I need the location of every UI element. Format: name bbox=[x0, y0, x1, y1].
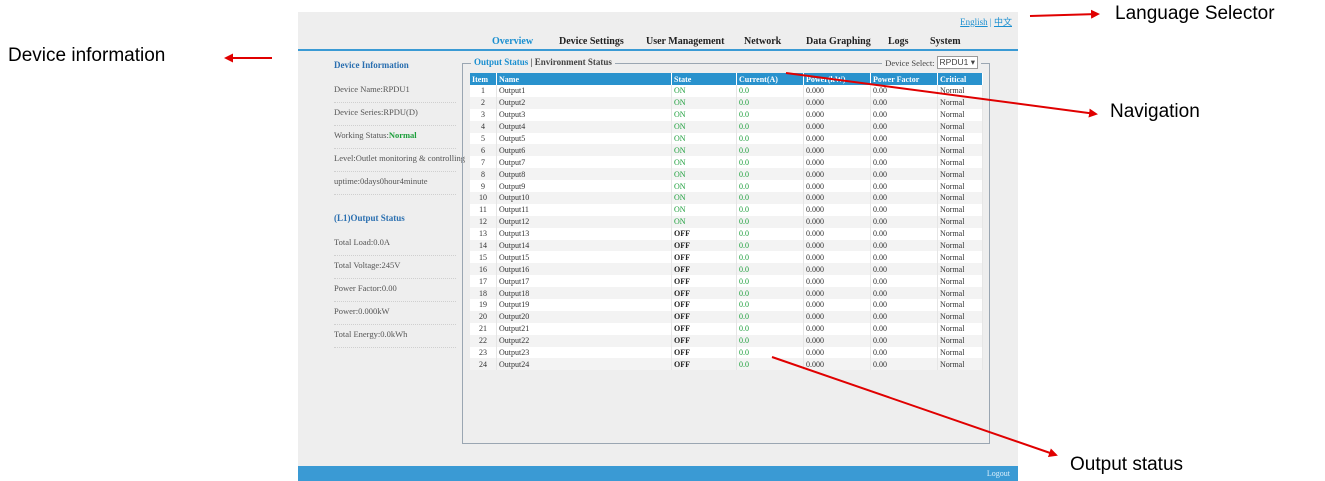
arrow-output-status bbox=[771, 356, 1058, 457]
arrow-navigation bbox=[785, 72, 1098, 118]
arrow-language-selector bbox=[1029, 9, 1100, 19]
annotation-arrows bbox=[224, 9, 1100, 457]
